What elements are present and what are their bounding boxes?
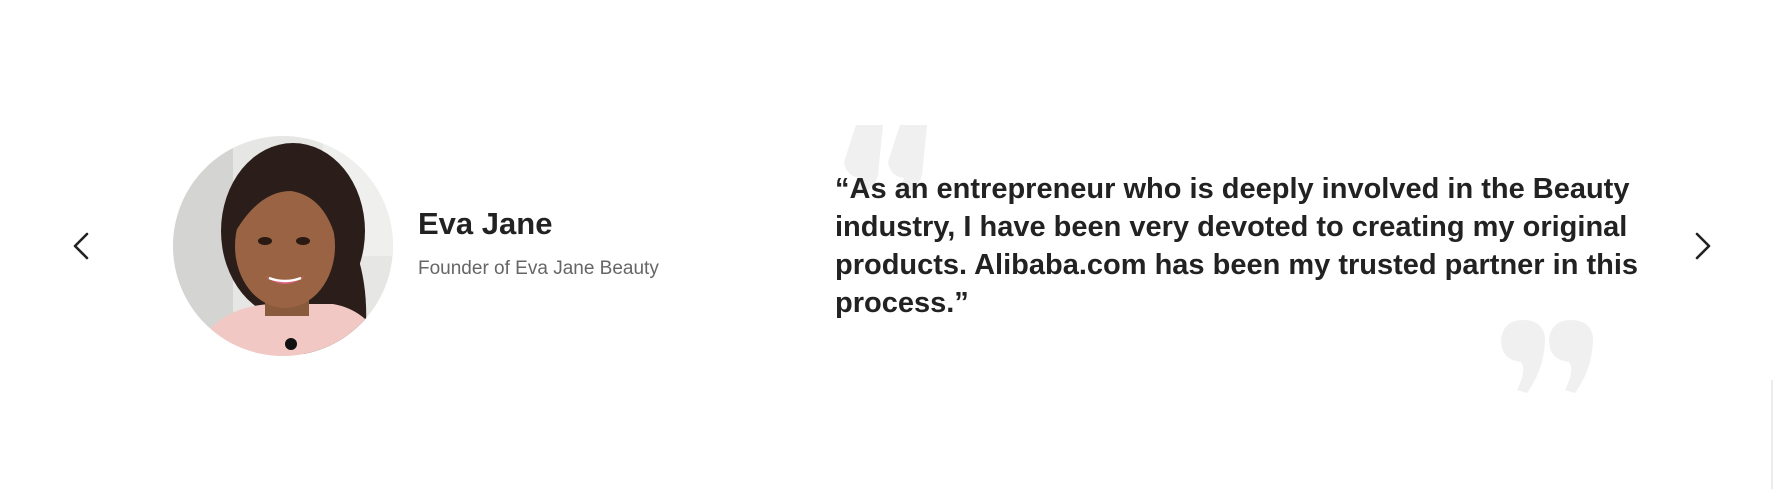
scrollbar-edge (1771, 380, 1773, 489)
person-photo (173, 136, 393, 356)
avatar (173, 136, 393, 356)
close-quote-icon (1501, 320, 1593, 393)
prev-slide-button[interactable] (67, 228, 95, 264)
chevron-left-icon (73, 232, 89, 260)
chevron-right-icon (1695, 232, 1711, 260)
person-name: Eva Jane (418, 206, 553, 241)
next-slide-button[interactable] (1689, 228, 1717, 264)
person-role: Founder of Eva Jane Beauty (418, 258, 659, 279)
testimonial-quote: “As an entrepreneur who is deeply involv… (835, 173, 1639, 319)
testimonial-carousel: Eva Jane Founder of Eva Jane Beauty “As … (0, 0, 1774, 489)
